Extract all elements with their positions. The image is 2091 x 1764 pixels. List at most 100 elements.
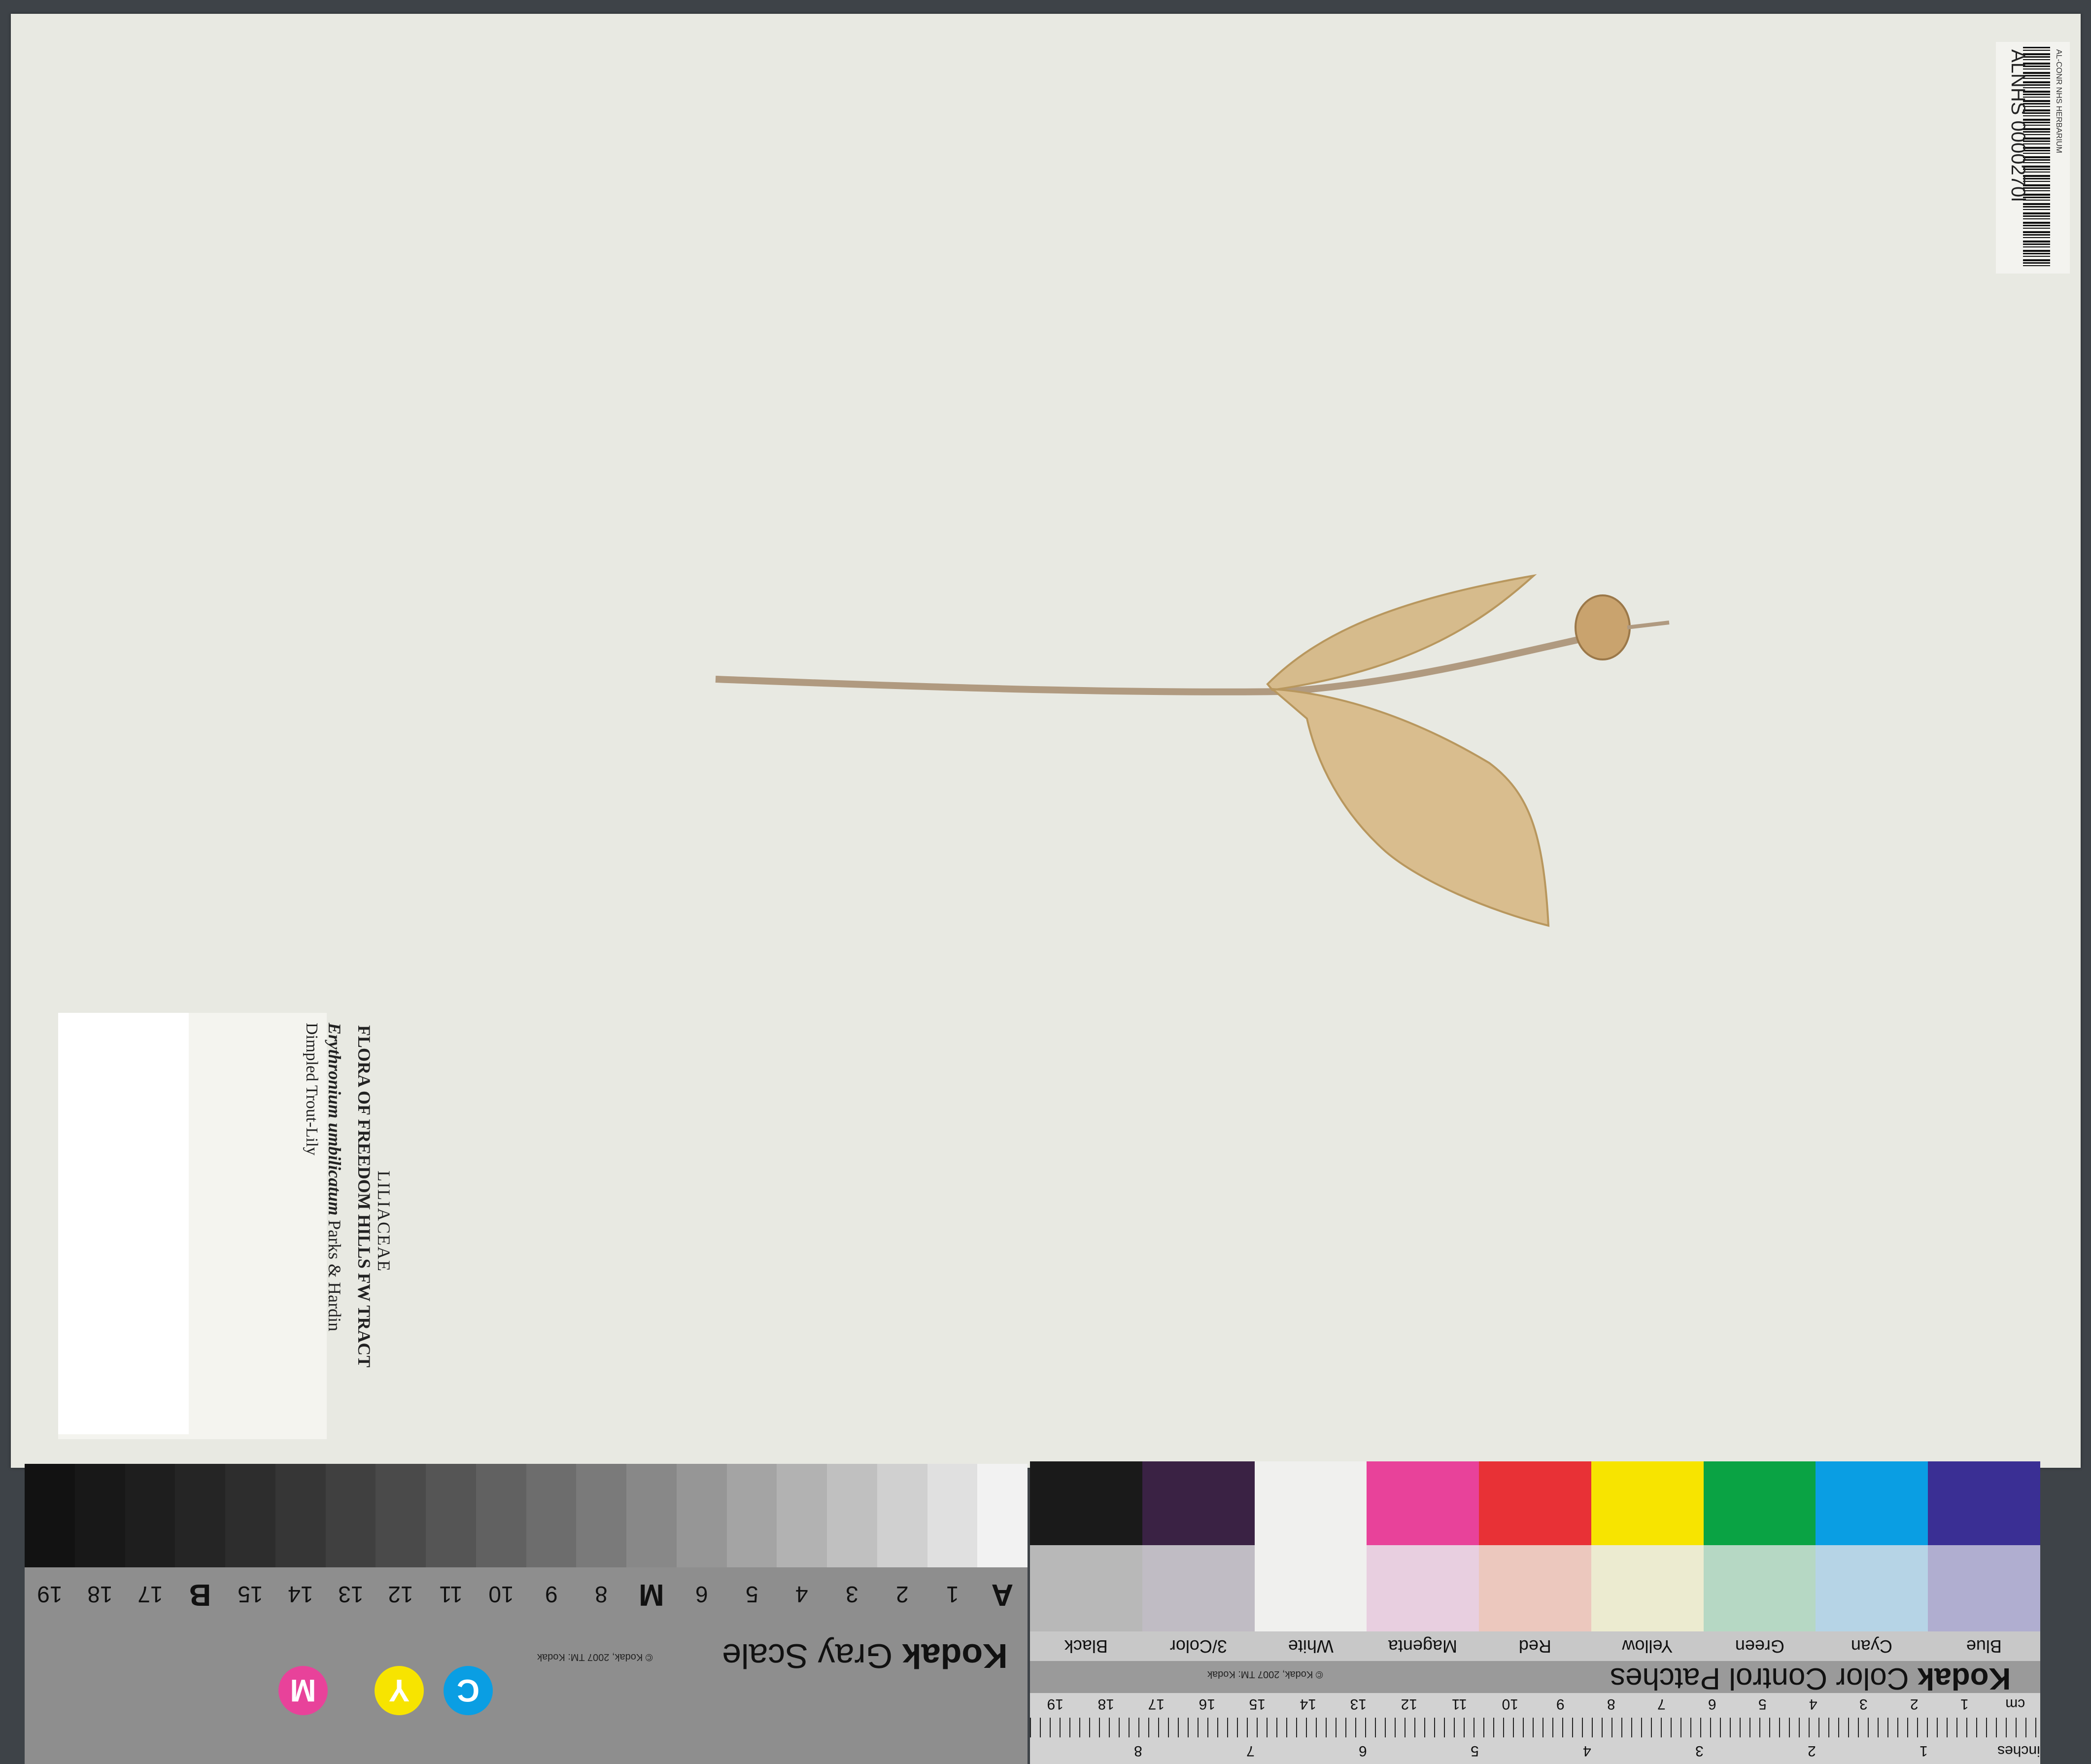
flower-bud (1575, 594, 1631, 660)
light-white-patch (1254, 1545, 1367, 1631)
color-patches-top (1029, 1461, 2040, 1545)
stem (715, 636, 1579, 695)
step-label: 11 (439, 1582, 463, 1607)
inch-unit-label: inches (1997, 1743, 2040, 1759)
green-patch (1703, 1461, 1816, 1545)
gray-scale-title-text: Gray Scale (722, 1637, 893, 1675)
cm-scale: cm 1 2 3 4 5 6 7 8 9 10 11 12 13 14 15 1… (1030, 1695, 2040, 1712)
light-red-patch (1479, 1545, 1591, 1631)
inch-number: 8 (1134, 1743, 1142, 1759)
step-label: 12 (388, 1582, 413, 1607)
gray-step (927, 1464, 978, 1567)
cm-number: 3 (1859, 1696, 1868, 1712)
gray-step (626, 1464, 677, 1567)
gray-step (576, 1464, 626, 1567)
flora-title: FLORA OF FREEDOM HILLS FW TRACT (354, 1025, 374, 1368)
cm-number: 5 (1758, 1696, 1767, 1712)
cm-number: 18 (1097, 1696, 1114, 1712)
label-blank-area (58, 1013, 189, 1434)
common-name: Dimpled Trout-Lily (303, 1023, 321, 1156)
gray-step (726, 1464, 777, 1567)
step-label: 9 (545, 1582, 558, 1607)
y-circle-icon: Y (375, 1666, 424, 1715)
patch-name: Black (1064, 1636, 1108, 1657)
red-patch (1479, 1461, 1591, 1545)
patch-name: Red (1518, 1636, 1552, 1657)
color-copyright: © Kodak, 2007 TM: Kodak (1207, 1669, 1323, 1680)
light-black-patch (1029, 1545, 1142, 1631)
institution-name: AL-CONR NHS HERBARIUM (2055, 49, 2063, 153)
gray-step (175, 1464, 225, 1567)
gray-step (476, 1464, 526, 1567)
step-label: 6 (695, 1582, 708, 1607)
light-3color-patch (1142, 1545, 1255, 1631)
black-patch (1029, 1461, 1142, 1545)
color-patches-title-text: Color Control Patches (1610, 1661, 1909, 1695)
patch-name: Green (1735, 1636, 1784, 1657)
yellow-patch (1591, 1461, 1704, 1545)
gray-step (125, 1464, 175, 1567)
family-name: LILIACEAE (374, 1171, 394, 1272)
step-label: B (189, 1578, 211, 1612)
barcode-label: ALNHS 0000270l AL-CONR NHS HERBARIUM (1996, 42, 2070, 274)
bud-tip (1627, 621, 1670, 629)
light-blue-patch (1928, 1545, 2040, 1631)
color-control-card: Blue Cyan Green Yellow Red Magenta White… (1029, 1461, 2040, 1764)
gray-step (676, 1464, 727, 1567)
step-label: 13 (338, 1582, 363, 1607)
scientific-name-line: Erythronium umbilicatum Parks & Hardin (324, 1023, 345, 1331)
step-label: 5 (745, 1582, 758, 1607)
cm-number: 2 (1910, 1696, 1919, 1712)
step-label: 10 (488, 1582, 514, 1607)
cm-number: 1 (1960, 1696, 1969, 1712)
cyan-patch (1816, 1461, 1928, 1545)
step-label: 19 (37, 1582, 63, 1607)
light-cyan-patch (1816, 1545, 1928, 1631)
patch-name: Blue (1966, 1636, 2002, 1657)
cm-number: 6 (1708, 1696, 1716, 1712)
gray-copyright: © Kodak, 2007 TM: Kodak (537, 1652, 653, 1662)
inch-number: 6 (1358, 1743, 1367, 1759)
gray-step (25, 1464, 75, 1567)
step-label: A (991, 1578, 1014, 1612)
m-circle-icon: M (278, 1666, 328, 1715)
light-green-patch (1703, 1545, 1816, 1631)
gray-step (225, 1464, 275, 1567)
patch-name: 3/Color (1169, 1636, 1227, 1657)
inch-number: 7 (1246, 1743, 1255, 1759)
cm-number: 12 (1401, 1696, 1417, 1712)
scientific-name: Erythronium umbilicatum (325, 1023, 344, 1216)
cm-number: 9 (1556, 1696, 1565, 1712)
inch-number: 1 (1920, 1743, 1928, 1759)
gray-scale-card: A 1 2 3 4 5 6 M 8 9 10 11 12 13 14 15 B … (25, 1464, 1028, 1764)
gray-step (325, 1464, 376, 1567)
gray-step (877, 1464, 927, 1567)
white-patch (1254, 1461, 1367, 1545)
cm-number: 14 (1300, 1696, 1316, 1712)
step-label: 18 (87, 1582, 113, 1607)
gray-step (275, 1464, 326, 1567)
color-patches-bottom (1029, 1545, 2040, 1631)
gray-scale-title: Kodak Gray Scale (722, 1636, 1008, 1676)
magenta-patch (1367, 1461, 1479, 1545)
inch-scale: inches 1 2 3 4 5 6 7 8 (1030, 1742, 2040, 1759)
patch-name: Magenta (1388, 1636, 1458, 1657)
gray-step (827, 1464, 877, 1567)
cm-number: 16 (1199, 1696, 1215, 1712)
step-label: 14 (288, 1582, 313, 1607)
authority: Parks & Hardin (325, 1220, 344, 1332)
cm-number: 17 (1148, 1696, 1165, 1712)
step-label: 4 (795, 1582, 808, 1607)
color-patches-title: Kodak Color Control Patches (1610, 1661, 2011, 1696)
cm-number: 8 (1607, 1696, 1615, 1712)
ruler: cm 1 2 3 4 5 6 7 8 9 10 11 12 13 14 15 1… (1030, 1693, 2040, 1764)
inch-number: 4 (1583, 1743, 1591, 1759)
gray-steps (25, 1464, 1028, 1567)
3color-patch (1142, 1461, 1255, 1545)
step-label: 17 (137, 1582, 163, 1607)
gray-step (977, 1464, 1028, 1567)
patch-names: Blue Cyan Green Yellow Red Magenta White… (1030, 1631, 2040, 1661)
patch-name: White (1288, 1636, 1334, 1657)
cm-number: 7 (1657, 1696, 1666, 1712)
light-yellow-patch (1591, 1545, 1704, 1631)
